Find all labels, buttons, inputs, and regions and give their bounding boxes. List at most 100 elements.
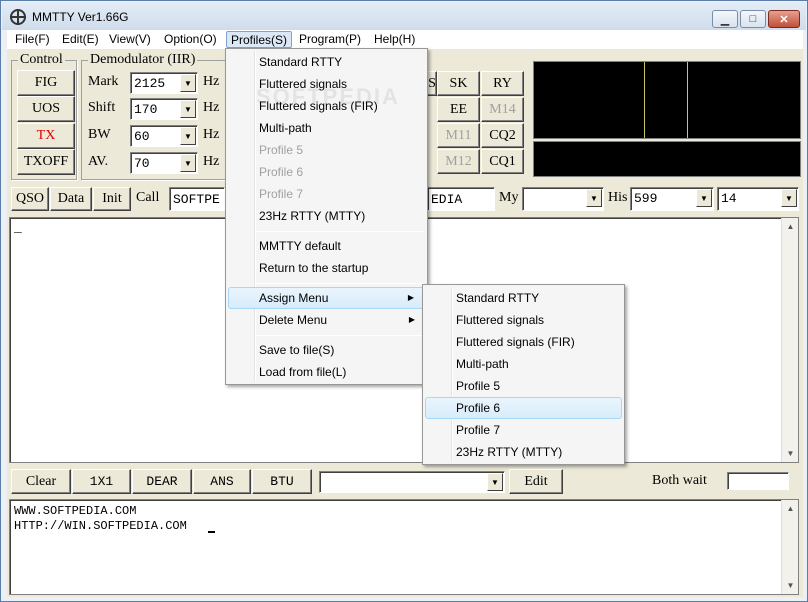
macro-button-s[interactable]: S xyxy=(427,71,437,96)
chevron-down-icon[interactable]: ▼ xyxy=(180,154,196,172)
av-unit: Hz xyxy=(203,154,220,169)
band-combo[interactable]: 14 ▼ xyxy=(717,187,799,211)
my-combo[interactable]: ▼ xyxy=(522,187,604,211)
tx-button[interactable]: TX xyxy=(17,123,75,149)
window-title: MMTTY Ver1.66G xyxy=(32,10,129,24)
minimize-button[interactable]: ▁ xyxy=(712,10,738,28)
title-bar: MMTTY Ver1.66G ▁ □ ✕ xyxy=(2,2,806,30)
scroll-up-icon[interactable]: ▲ xyxy=(782,218,799,235)
assign-item-23hz[interactable]: 23Hz RTTY (MTTY) xyxy=(425,441,622,463)
space-marker xyxy=(687,62,688,138)
demodulator-group-title: Demodulator (IIR) xyxy=(88,52,198,68)
macro-1x1-button[interactable]: 1X1 xyxy=(72,469,131,494)
scroll-up-icon[interactable]: ▲ xyxy=(782,500,799,517)
chevron-down-icon[interactable]: ▼ xyxy=(586,189,602,207)
mark-label: Mark xyxy=(88,74,119,89)
assign-item-multipath[interactable]: Multi-path xyxy=(425,353,622,375)
clear-button[interactable]: Clear xyxy=(11,469,71,494)
macro-button-cq1[interactable]: CQ1 xyxy=(481,149,524,174)
scroll-down-icon[interactable]: ▼ xyxy=(782,577,799,594)
uos-button[interactable]: UOS xyxy=(17,96,75,122)
spectrum-scope[interactable] xyxy=(533,61,801,139)
menu-edit[interactable]: Edit(E) xyxy=(58,31,103,48)
macro-button-m12[interactable]: M12 xyxy=(437,149,480,174)
edit-button[interactable]: Edit xyxy=(509,469,563,494)
name-input[interactable]: EDIA xyxy=(427,187,495,211)
menu-view[interactable]: View(V) xyxy=(105,31,155,48)
assign-item-standard-rtty[interactable]: Standard RTTY xyxy=(425,287,622,309)
tx-scrollbar[interactable]: ▲ ▼ xyxy=(781,500,798,594)
profile-item-profile5[interactable]: Profile 5 xyxy=(228,139,425,161)
app-window: MMTTY Ver1.66G ▁ □ ✕ File(F) Edit(E) Vie… xyxy=(0,0,808,602)
menu-file[interactable]: File(F) xyxy=(11,31,54,48)
assign-item-profile6[interactable]: Profile 6 xyxy=(425,397,622,419)
xy-scope[interactable] xyxy=(533,141,801,177)
txoff-button[interactable]: TXOFF xyxy=(17,149,75,175)
menu-profiles[interactable]: Profiles(S) xyxy=(226,31,293,48)
menu-item-delete-menu[interactable]: Delete Menu ▶ xyxy=(228,309,425,331)
macro-combo[interactable]: ▼ xyxy=(319,471,505,493)
menu-option[interactable]: Option(O) xyxy=(160,31,221,48)
macro-button-ry[interactable]: RY xyxy=(481,71,524,96)
call-input[interactable]: SOFTPE xyxy=(169,187,225,211)
data-button[interactable]: Data xyxy=(50,187,92,211)
menu-item-assign-menu[interactable]: Assign Menu ▶ xyxy=(228,287,425,309)
app-icon xyxy=(10,9,26,25)
assign-submenu: Standard RTTY Fluttered signals Fluttere… xyxy=(422,284,625,465)
macro-button-cq2[interactable]: CQ2 xyxy=(481,123,524,148)
assign-item-fluttered[interactable]: Fluttered signals xyxy=(425,309,622,331)
chevron-down-icon[interactable]: ▼ xyxy=(180,100,196,118)
menu-item-save-to-file[interactable]: Save to file(S) xyxy=(228,339,425,361)
tx-line-2: HTTP://WIN.SOFTPEDIA.COM xyxy=(14,519,187,533)
rx-scrollbar[interactable]: ▲ ▼ xyxy=(781,218,798,462)
tx-cursor xyxy=(208,531,215,533)
init-button[interactable]: Init xyxy=(93,187,131,211)
mark-combo[interactable]: 2125 ▼ xyxy=(130,72,198,94)
profile-item-fluttered[interactable]: Fluttered signals xyxy=(228,73,425,95)
chevron-down-icon[interactable]: ▼ xyxy=(696,189,712,207)
macro-button-sk[interactable]: SK xyxy=(437,71,480,96)
assign-item-profile7[interactable]: Profile 7 xyxy=(425,419,622,441)
profile-item-profile6[interactable]: Profile 6 xyxy=(228,161,425,183)
fig-button[interactable]: FIG xyxy=(17,70,75,96)
menu-program[interactable]: Program(P) xyxy=(295,31,365,48)
bw-combo[interactable]: 60 ▼ xyxy=(130,125,198,147)
profile-item-23hz[interactable]: 23Hz RTTY (MTTY) xyxy=(228,205,425,227)
profile-item-fluttered-fir[interactable]: Fluttered signals (FIR) xyxy=(228,95,425,117)
his-combo[interactable]: 599 ▼ xyxy=(630,187,714,211)
mark-unit: Hz xyxy=(203,74,220,89)
macro-button-m11[interactable]: M11 xyxy=(437,123,480,148)
macro-dear-button[interactable]: DEAR xyxy=(132,469,192,494)
assign-item-profile5[interactable]: Profile 5 xyxy=(425,375,622,397)
both-wait-input[interactable] xyxy=(727,472,789,490)
my-label: My xyxy=(499,190,519,205)
macro-ans-button[interactable]: ANS xyxy=(193,469,251,494)
assign-item-fluttered-fir[interactable]: Fluttered signals (FIR) xyxy=(425,331,622,353)
menu-item-load-from-file[interactable]: Load from file(L) xyxy=(228,361,425,383)
profile-item-standard-rtty[interactable]: Standard RTTY xyxy=(228,51,425,73)
chevron-down-icon[interactable]: ▼ xyxy=(180,74,196,92)
profile-item-multipath[interactable]: Multi-path xyxy=(228,117,425,139)
tx-text-area[interactable]: WWW.SOFTPEDIA.COM HTTP://WIN.SOFTPEDIA.C… xyxy=(9,499,799,595)
menu-item-mmtty-default[interactable]: MMTTY default xyxy=(228,235,425,257)
both-wait-label: Both wait xyxy=(652,473,707,488)
av-combo[interactable]: 70 ▼ xyxy=(130,152,198,174)
scroll-down-icon[interactable]: ▼ xyxy=(782,445,799,462)
menu-help[interactable]: Help(H) xyxy=(370,31,419,48)
submenu-arrow-icon: ▶ xyxy=(408,315,415,324)
menu-item-return-startup[interactable]: Return to the startup xyxy=(228,257,425,279)
qso-button[interactable]: QSO xyxy=(11,187,49,211)
profile-item-profile7[interactable]: Profile 7 xyxy=(228,183,425,205)
close-button[interactable]: ✕ xyxy=(768,10,800,28)
macro-button-ee[interactable]: EE xyxy=(437,97,480,122)
control-group-title: Control xyxy=(18,52,65,68)
menu-separator xyxy=(256,231,424,232)
chevron-down-icon[interactable]: ▼ xyxy=(487,473,503,491)
chevron-down-icon[interactable]: ▼ xyxy=(781,189,797,207)
macro-btu-button[interactable]: BTU xyxy=(252,469,312,494)
mark-marker xyxy=(644,62,645,138)
macro-button-m14[interactable]: M14 xyxy=(481,97,524,122)
maximize-button[interactable]: □ xyxy=(740,10,766,28)
shift-combo[interactable]: 170 ▼ xyxy=(130,98,198,120)
chevron-down-icon[interactable]: ▼ xyxy=(180,127,196,145)
